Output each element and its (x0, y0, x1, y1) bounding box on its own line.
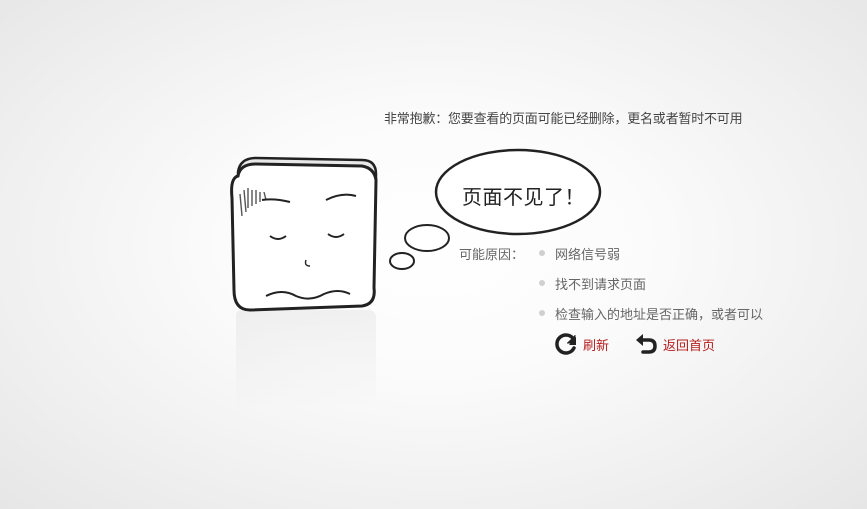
bullet-icon (539, 310, 545, 316)
bullet-icon (539, 280, 545, 286)
reasons-list: 网络信号弱 找不到请求页面 检查输入的地址是否正确，或者可以 (537, 244, 763, 334)
refresh-link-label[interactable]: 刷新 (583, 335, 609, 354)
bullet-icon (539, 250, 545, 256)
refresh-icon (555, 333, 576, 355)
return-icon (636, 334, 657, 354)
page-not-found-heading: 页面不见了！ (462, 185, 585, 209)
refresh-button[interactable]: 刷新 (553, 331, 609, 357)
return-home-button[interactable]: 返回首页 (633, 331, 715, 357)
apology-message: 非常抱歉：您要查看的页面可能已经删除，更名或者暂时不可用 (384, 112, 743, 127)
reason-item: 检查输入的地址是否正确，或者可以 (537, 304, 763, 334)
reason-item: 找不到请求页面 (537, 274, 763, 304)
reasons-label: 可能原因： (459, 248, 525, 263)
sad-cube-mascot-illustration (230, 156, 378, 410)
return-home-link-label[interactable]: 返回首页 (663, 335, 715, 354)
reason-item: 网络信号弱 (537, 244, 763, 274)
action-links: 刷新 返回首页 (553, 331, 715, 357)
